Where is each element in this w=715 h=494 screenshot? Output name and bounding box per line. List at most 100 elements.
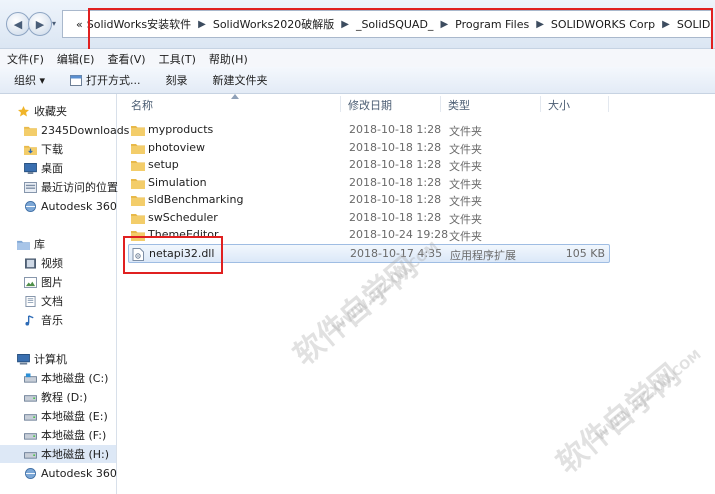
documents-icon: [25, 295, 36, 307]
highlight-box-address: [88, 8, 713, 52]
sort-arrow-icon: [231, 94, 239, 99]
file-name: Simulation: [148, 175, 207, 189]
file-type: 文件夹: [449, 160, 482, 173]
sidebar-item-drive-e[interactable]: 本地磁盘 (E:): [24, 407, 108, 425]
menu-edit[interactable]: 编辑(E): [50, 49, 101, 67]
sidebar-computer-label: 计算机: [34, 353, 67, 366]
music-icon: [25, 314, 34, 326]
file-type: 文件夹: [449, 230, 482, 243]
sidebar-item-documents[interactable]: 文档: [24, 292, 63, 310]
sidebar-item-label: Autodesk 360: [41, 199, 117, 213]
file-row[interactable]: swScheduler 2018-10-18 1:28 文件夹: [128, 209, 608, 226]
column-date[interactable]: 修改日期: [348, 97, 392, 113]
sidebar-item-label: 本地磁盘 (F:): [41, 429, 107, 442]
sidebar-item-drive-d[interactable]: 教程 (D:): [24, 388, 87, 406]
column-size[interactable]: 大小: [548, 97, 570, 113]
watermark-url: WWW.RJZXW.COM: [593, 347, 705, 445]
column-divider[interactable]: [608, 96, 609, 112]
column-type[interactable]: 类型: [448, 97, 470, 113]
sidebar-item-pictures[interactable]: 图片: [24, 273, 63, 291]
folder-icon: [24, 126, 37, 136]
watermark-text: 软件自学网: [287, 249, 425, 373]
folder-icon: [131, 161, 145, 171]
sidebar-item-label: 图片: [41, 276, 63, 289]
sidebar-item-label: 下载: [41, 143, 63, 156]
menu-help[interactable]: 帮助(H): [202, 49, 254, 67]
file-size: 105 KB: [565, 246, 605, 260]
sidebar-item-label: Autodesk 360: [41, 466, 117, 480]
sidebar-favorites[interactable]: 收藏夹: [17, 102, 67, 120]
open-with-button[interactable]: 打开方式...: [56, 72, 152, 88]
sidebar-item-label: 桌面: [41, 162, 63, 175]
sidebar-item-label: 本地磁盘 (H:): [41, 448, 110, 461]
file-date: 2018-10-18 1:28: [349, 193, 442, 206]
history-dropdown-icon[interactable]: ▾: [52, 19, 60, 28]
folder-icon: [131, 178, 145, 189]
star-icon: [18, 105, 29, 117]
recent-places-icon: [24, 181, 37, 193]
address-overflow[interactable]: «: [76, 18, 83, 31]
file-name: setup: [148, 158, 179, 171]
file-type: 文件夹: [449, 177, 482, 191]
back-button[interactable]: ◀: [6, 12, 30, 36]
folder-icon: [131, 143, 145, 154]
sidebar-item-label: 视频: [41, 257, 63, 270]
sidebar-libraries-label: 库: [34, 238, 45, 251]
sidebar-item-label: 本地磁盘 (E:): [41, 410, 108, 423]
sidebar-item-music[interactable]: 音乐: [24, 311, 63, 329]
new-folder-button[interactable]: 新建文件夹: [199, 72, 279, 88]
highlight-box-file: [123, 236, 223, 274]
file-row[interactable]: setup 2018-10-18 1:28 文件夹: [128, 156, 608, 173]
burn-button[interactable]: 刻录: [152, 72, 199, 88]
download-folder-icon: [24, 145, 37, 155]
sidebar-item-2345downloads[interactable]: 2345Downloads: [24, 121, 129, 139]
file-type: 文件夹: [449, 125, 482, 138]
file-row[interactable]: Simulation 2018-10-18 1:28 文件夹: [128, 174, 608, 191]
file-date: 2018-10-18 1:28: [349, 175, 442, 189]
autodesk-360-icon: [25, 467, 36, 479]
sidebar-item-autodesk360-fav[interactable]: Autodesk 360: [24, 197, 117, 215]
back-arrow-icon: ◀: [13, 17, 23, 31]
column-divider[interactable]: [540, 96, 541, 112]
sidebar-item-drive-c[interactable]: 本地磁盘 (C:): [24, 369, 108, 387]
sidebar-item-label: 文档: [41, 295, 63, 308]
column-divider[interactable]: [340, 96, 341, 112]
video-icon: [25, 257, 36, 269]
computer-icon: [17, 353, 30, 365]
file-type: 文件夹: [449, 212, 482, 226]
sidebar-computer[interactable]: 计算机: [17, 350, 67, 368]
organize-button[interactable]: 组织 ▾: [0, 72, 56, 88]
sidebar-libraries[interactable]: 库: [17, 235, 45, 253]
forward-arrow-icon: ▶: [35, 17, 45, 31]
sidebar-item-recent-places[interactable]: 最近访问的位置: [24, 178, 118, 196]
sidebar-item-label: 本地磁盘 (C:): [41, 372, 109, 385]
sidebar-favorites-label: 收藏夹: [34, 105, 67, 118]
navigation-pane: 收藏夹 2345Downloads 下载 桌面 最近访问的位置 Autodesk…: [0, 94, 129, 494]
sidebar-item-desktop[interactable]: 桌面: [24, 159, 63, 177]
sidebar-item-downloads[interactable]: 下载: [24, 140, 63, 158]
sidebar-item-autodesk360[interactable]: Autodesk 360: [24, 464, 117, 482]
drive-icon: [24, 432, 37, 440]
menu-view[interactable]: 查看(V): [100, 49, 151, 67]
file-type: 应用程序扩展: [450, 248, 516, 262]
folder-icon: [131, 213, 145, 224]
file-row[interactable]: sldBenchmarking 2018-10-18 1:28 文件夹: [128, 191, 608, 208]
menu-file[interactable]: 文件(F): [0, 49, 50, 67]
sidebar-item-drive-h[interactable]: 本地磁盘 (H:): [0, 445, 116, 463]
file-row[interactable]: myproducts 2018-10-18 1:28 文件夹: [128, 121, 608, 138]
column-name[interactable]: 名称: [131, 97, 153, 113]
command-toolbar: 组织 ▾ 打开方式... 刻录 新建文件夹: [0, 67, 715, 94]
column-header-row: 名称 修改日期 类型 大小: [117, 94, 715, 114]
file-row[interactable]: photoview 2018-10-18 1:28 文件夹: [128, 139, 608, 156]
forward-button[interactable]: ▶: [28, 12, 52, 36]
sidebar-item-videos[interactable]: 视频: [24, 254, 63, 272]
system-drive-icon: [24, 372, 37, 383]
column-divider[interactable]: [440, 96, 441, 112]
menu-tools[interactable]: 工具(T): [152, 49, 202, 67]
open-with-label: 打开方式...: [86, 74, 141, 87]
file-name: photoview: [148, 140, 206, 154]
sidebar-item-drive-f[interactable]: 本地磁盘 (F:): [24, 426, 106, 444]
sidebar-item-label: 教程 (D:): [41, 391, 88, 404]
drive-icon: [24, 413, 37, 421]
file-type: 文件夹: [449, 142, 482, 156]
